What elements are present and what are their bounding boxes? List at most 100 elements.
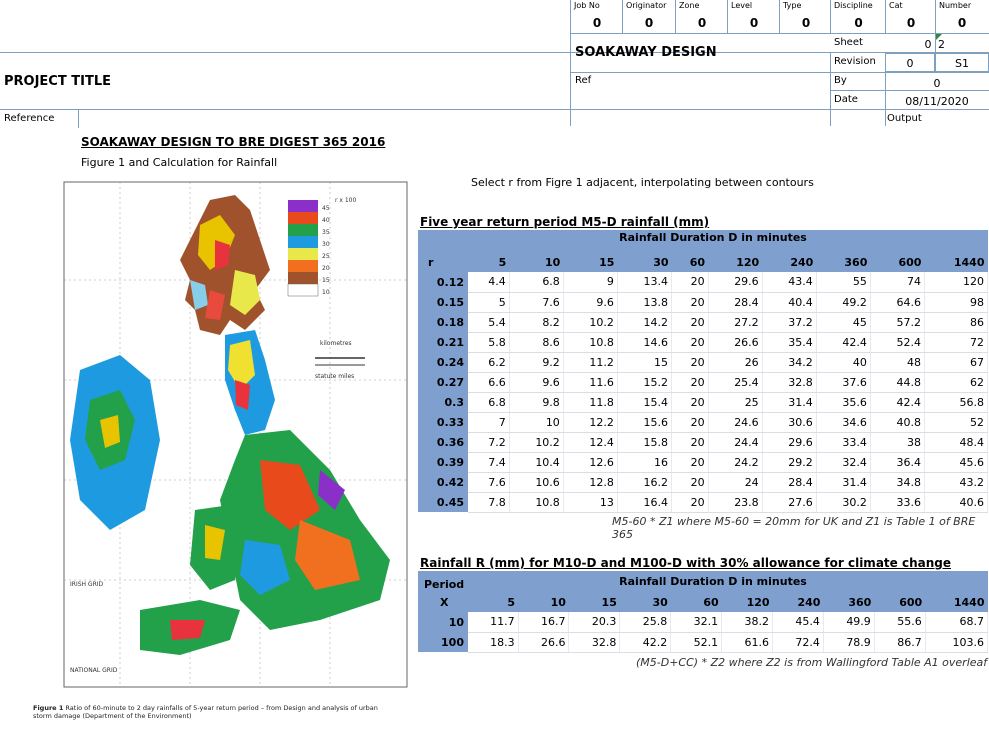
table-cell[interactable]: 20 (671, 352, 709, 373)
table-cell[interactable]: 9.8 (509, 392, 564, 413)
table-cell[interactable]: 20 (671, 432, 709, 453)
table-cell[interactable]: 72.4 (772, 632, 824, 653)
table-cell[interactable]: 20 (671, 292, 709, 313)
table-cell[interactable]: 32.1 (670, 612, 723, 633)
table-cell[interactable]: 6.8 (509, 272, 564, 293)
table-cell[interactable]: 120 (924, 272, 989, 293)
table-cell[interactable]: 55.6 (874, 612, 926, 633)
table-cell[interactable]: 5.4 (468, 312, 510, 333)
table-cell[interactable]: 26 (708, 352, 763, 373)
table-cell[interactable]: 40.8 (870, 412, 925, 433)
table-cell[interactable]: 34.2 (762, 352, 817, 373)
table-cell[interactable]: 74 (870, 272, 925, 293)
table-cell[interactable]: 62 (924, 372, 989, 393)
table-cell[interactable]: 10.6 (509, 472, 564, 493)
table-cell[interactable]: 42.2 (619, 632, 672, 653)
table-cell[interactable]: 15.6 (617, 412, 673, 433)
table-cell[interactable]: 32.4 (816, 452, 871, 473)
table-cell[interactable]: 52 (924, 412, 989, 433)
table-cell[interactable]: 52.4 (870, 332, 925, 353)
table-cell[interactable]: 35.6 (816, 392, 871, 413)
table-cell[interactable]: 24.2 (708, 452, 763, 473)
table-cell[interactable]: 8.2 (509, 312, 564, 333)
table-cell[interactable]: 43.4 (762, 272, 817, 293)
project-title[interactable]: PROJECT TITLE (4, 74, 111, 89)
table-cell[interactable]: 40.4 (762, 292, 817, 313)
table-cell[interactable]: 13.8 (617, 292, 673, 313)
table-cell[interactable]: 61.6 (721, 632, 774, 653)
table-cell[interactable]: 9 (563, 272, 618, 293)
table-cell[interactable]: 7.2 (468, 432, 510, 453)
table-cell[interactable]: 7.4 (468, 452, 510, 473)
table-cell[interactable]: 45.4 (772, 612, 824, 633)
table-cell[interactable]: 44.8 (870, 372, 925, 393)
table-cell[interactable]: 24 (708, 472, 763, 493)
table-cell[interactable]: 49.2 (816, 292, 871, 313)
table-cell[interactable]: 86 (924, 312, 989, 333)
table-cell[interactable]: 25.4 (708, 372, 763, 393)
table-cell[interactable]: 16 (617, 452, 673, 473)
table-cell[interactable]: 72 (924, 332, 989, 353)
table-cell[interactable]: 45 (816, 312, 871, 333)
table-cell[interactable]: 68.7 (925, 612, 989, 633)
table-cell[interactable]: 10.8 (563, 332, 618, 353)
table-cell[interactable]: 5.8 (468, 332, 510, 353)
sheet-a[interactable]: 0 (922, 38, 934, 51)
table-cell[interactable]: 10.2 (563, 312, 618, 333)
zone-value[interactable]: 0 (677, 16, 727, 30)
table-cell[interactable]: 23.8 (708, 492, 763, 513)
type-value[interactable]: 0 (781, 16, 831, 30)
table-cell[interactable]: 20 (671, 272, 709, 293)
table-cell[interactable]: 20 (671, 452, 709, 473)
table-cell[interactable]: 15 (617, 352, 673, 373)
table-cell[interactable]: 49.9 (823, 612, 875, 633)
table-cell[interactable]: 45.6 (924, 452, 989, 473)
originator-value[interactable]: 0 (624, 16, 674, 30)
table-cell[interactable]: 48 (870, 352, 925, 373)
table-cell[interactable]: 48.4 (924, 432, 989, 453)
table-cell[interactable]: 16.2 (617, 472, 673, 493)
table-cell[interactable]: 7.8 (468, 492, 510, 513)
table-cell[interactable]: 26.6 (518, 632, 570, 653)
table-cell[interactable]: 25 (708, 392, 763, 413)
table-cell[interactable]: 40.6 (924, 492, 989, 513)
table-cell[interactable]: 98 (924, 292, 989, 313)
table-cell[interactable]: 29.6 (762, 432, 817, 453)
date-value[interactable]: 08/11/2020 (885, 95, 989, 108)
cat-value[interactable]: 0 (887, 16, 935, 30)
table-cell[interactable]: 86.7 (874, 632, 926, 653)
table-cell[interactable]: 10.2 (509, 432, 564, 453)
table-cell[interactable]: 36.4 (870, 452, 925, 473)
table-cell[interactable]: 67 (924, 352, 989, 373)
table-cell[interactable]: 32.8 (568, 632, 621, 653)
table-cell[interactable]: 35.4 (762, 332, 817, 353)
table-cell[interactable]: 24.4 (708, 432, 763, 453)
table-cell[interactable]: 16.7 (518, 612, 570, 633)
table-cell[interactable]: 42.4 (816, 332, 871, 353)
table-cell[interactable]: 55 (816, 272, 871, 293)
table-cell[interactable]: 14.2 (617, 312, 673, 333)
table-cell[interactable]: 11.7 (468, 612, 519, 633)
table-cell[interactable]: 28.4 (708, 292, 763, 313)
table-cell[interactable]: 27.6 (762, 492, 817, 513)
sheet-b[interactable]: 2 (938, 38, 950, 51)
table-cell[interactable]: 57.2 (870, 312, 925, 333)
table-cell[interactable]: 20 (671, 472, 709, 493)
job-no-value[interactable]: 0 (572, 16, 622, 30)
table-cell[interactable]: 12.8 (563, 472, 618, 493)
table-cell[interactable]: 15.2 (617, 372, 673, 393)
table-cell[interactable]: 12.4 (563, 432, 618, 453)
table-cell[interactable]: 103.6 (925, 632, 989, 653)
table-cell[interactable]: 16.4 (617, 492, 673, 513)
table-cell[interactable]: 7.6 (468, 472, 510, 493)
table-cell[interactable]: 11.8 (563, 392, 618, 413)
table-cell[interactable]: 30.6 (762, 412, 817, 433)
table-cell[interactable]: 6.8 (468, 392, 510, 413)
table-cell[interactable]: 37.2 (762, 312, 817, 333)
table-cell[interactable]: 34.6 (816, 412, 871, 433)
table-cell[interactable]: 14.6 (617, 332, 673, 353)
level-value[interactable]: 0 (729, 16, 779, 30)
table-cell[interactable]: 20 (671, 412, 709, 433)
table-cell[interactable]: 18.3 (468, 632, 519, 653)
table-cell[interactable]: 7 (468, 412, 510, 433)
